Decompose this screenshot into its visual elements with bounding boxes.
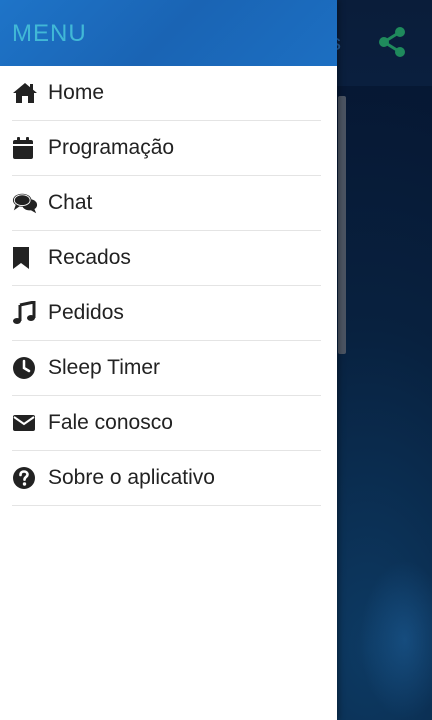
menu-label-pedidos: Pedidos xyxy=(48,301,124,324)
navigation-drawer: MENU Home Programação Chat Recados Pedid… xyxy=(0,0,337,720)
menu-label-fale-conosco: Fale conosco xyxy=(48,411,173,434)
share-icon[interactable] xyxy=(374,24,410,60)
app-screen: s MENU Home xyxy=(0,0,432,720)
menu-item-sobre-o-aplicativo[interactable]: Sobre o aplicativo xyxy=(12,451,321,506)
menu-item-chat[interactable]: Chat xyxy=(12,176,321,231)
drawer-title: MENU xyxy=(12,20,87,47)
menu-item-fale-conosco[interactable]: Fale conosco xyxy=(12,396,321,451)
drawer-header: MENU xyxy=(0,0,337,66)
music-icon xyxy=(12,300,38,326)
menu-item-home[interactable]: Home xyxy=(12,66,321,121)
clock-icon xyxy=(12,355,38,381)
background-scrollbar xyxy=(338,96,346,354)
menu-label-home: Home xyxy=(48,81,105,104)
menu-label-chat: Chat xyxy=(48,191,93,214)
menu-label-sobre-o-aplicativo: Sobre o aplicativo xyxy=(48,466,215,489)
envelope-icon xyxy=(12,410,38,436)
menu-item-pedidos[interactable]: Pedidos xyxy=(12,286,321,341)
bookmark-icon xyxy=(12,245,38,271)
menu-label-recados: Recados xyxy=(48,246,131,269)
menu-label-programacao: Programação xyxy=(48,136,175,159)
question-circle-icon xyxy=(12,465,38,491)
menu-item-sleep-timer[interactable]: Sleep Timer xyxy=(12,341,321,396)
comments-icon xyxy=(12,190,38,216)
menu-label-sleep-timer: Sleep Timer xyxy=(48,356,161,379)
menu-list: Home Programação Chat Recados Pedidos Sl… xyxy=(0,66,337,506)
home-icon xyxy=(12,80,38,106)
menu-item-recados[interactable]: Recados xyxy=(12,231,321,286)
background-glow xyxy=(360,560,432,720)
menu-item-programacao[interactable]: Programação xyxy=(12,121,321,176)
calendar-icon xyxy=(12,135,38,161)
